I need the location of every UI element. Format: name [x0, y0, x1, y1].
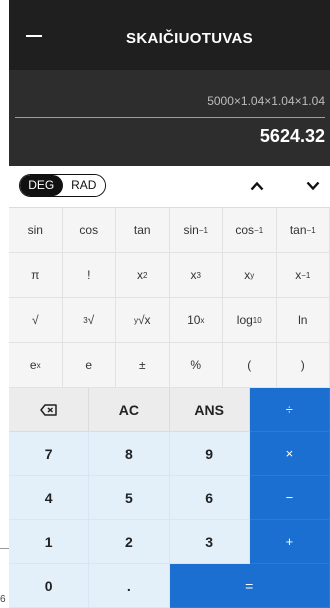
expression-readout: 5000×1.04×1.04×1.04	[207, 94, 325, 108]
background-text-fragment: 6	[0, 594, 6, 605]
calculator-header: SKAIČIUOTUVAS	[9, 0, 330, 70]
minus-icon	[26, 35, 42, 37]
scientific-key[interactable]: ln	[276, 298, 330, 343]
scientific-key[interactable]: ex	[9, 343, 63, 388]
digit-3-button[interactable]: 3	[169, 520, 250, 564]
scientific-key[interactable]: %	[169, 343, 223, 388]
digit-8-button[interactable]: 8	[89, 432, 170, 476]
key-label: cos	[79, 223, 99, 237]
scientific-key[interactable]: cos	[62, 208, 116, 253]
deg-option[interactable]: DEG	[20, 175, 63, 196]
scientific-key[interactable]: 10 x	[169, 298, 223, 343]
key-label: %	[190, 358, 202, 372]
decimal-point-button[interactable]: .	[89, 564, 170, 608]
key-label: ±	[138, 358, 146, 372]
mode-row: DEG RAD	[9, 166, 330, 208]
scientific-key[interactable]: xy	[223, 253, 277, 298]
key-label: (	[247, 358, 252, 372]
scientific-key[interactable]: π	[9, 253, 63, 298]
key-superscript: x	[36, 360, 41, 370]
key-label: √x	[137, 313, 151, 327]
key-superscript: −1	[306, 225, 316, 235]
key-superscript: 2	[143, 270, 148, 280]
display-divider	[15, 117, 325, 118]
digit-4-button[interactable]: 4	[9, 476, 90, 520]
key-label: e	[85, 358, 93, 372]
digit-1-button[interactable]: 1	[9, 520, 90, 564]
scientific-key[interactable]: y √x	[116, 298, 170, 343]
scientific-key[interactable]: !	[62, 253, 116, 298]
chevron-up-icon	[250, 181, 264, 191]
scientific-key[interactable]: sin	[9, 208, 63, 253]
scientific-key[interactable]: tan	[116, 208, 170, 253]
scientific-key[interactable]: )	[276, 343, 330, 388]
key-label: sin	[27, 223, 43, 237]
backspace-icon	[39, 403, 57, 416]
scientific-key[interactable]: log 10	[223, 298, 277, 343]
key-superscript: −1	[198, 225, 208, 235]
key-label: π	[31, 268, 40, 282]
background-divider	[0, 548, 9, 549]
collapse-button[interactable]	[19, 22, 49, 48]
key-label: sin	[183, 223, 199, 237]
main-keypad: AC ANS ÷ 7 8 9 × 4 5 6 − 1 2 3 + 0 . =	[9, 388, 330, 608]
calculator-panel: SKAIČIUOTUVAS 5000×1.04×1.04×1.04 5624.3…	[9, 0, 330, 608]
scientific-key[interactable]: cos −1	[223, 208, 277, 253]
scientific-keypad: sin cos tan sin −1 cos −1 tan −1 π! x 2 x 3 x y x −1 √ 3 √ y √…	[9, 208, 330, 388]
scroll-down-button[interactable]	[294, 167, 330, 205]
scientific-key[interactable]: x2	[116, 253, 170, 298]
scientific-key[interactable]: x3	[169, 253, 223, 298]
digit-7-button[interactable]: 7	[9, 432, 90, 476]
digit-6-button[interactable]: 6	[169, 476, 250, 520]
angle-mode-toggle[interactable]: DEG RAD	[19, 174, 106, 197]
backspace-button[interactable]	[9, 388, 90, 432]
multiply-button[interactable]: ×	[249, 432, 330, 476]
key-label: !	[87, 268, 91, 282]
chevron-down-icon	[306, 181, 320, 191]
scientific-key[interactable]: tan −1	[276, 208, 330, 253]
scientific-key[interactable]: √	[9, 298, 63, 343]
key-label: cos	[235, 223, 255, 237]
key-subscript: 10	[252, 315, 262, 325]
key-superscript: 3	[196, 270, 201, 280]
scientific-key[interactable]: (	[223, 343, 277, 388]
key-label: log	[236, 313, 253, 327]
key-label: √	[31, 313, 39, 327]
page: 6 SKAIČIUOTUVAS 5000×1.04×1.04×1.04 5624…	[0, 0, 330, 608]
key-label: e	[29, 358, 37, 372]
key-label: ln	[298, 313, 308, 327]
digit-0-button[interactable]: 0	[9, 564, 90, 608]
scientific-key[interactable]: sin −1	[169, 208, 223, 253]
add-button[interactable]: +	[249, 520, 330, 564]
key-label: )	[300, 358, 305, 372]
divide-button[interactable]: ÷	[249, 388, 330, 432]
key-superscript: −1	[301, 270, 311, 280]
result-readout: 5624.32	[259, 126, 325, 146]
key-label: √	[87, 313, 95, 327]
key-superscript: y	[250, 270, 255, 280]
key-superscript: x	[200, 315, 205, 325]
scroll-up-button[interactable]	[238, 167, 276, 205]
subtract-button[interactable]: −	[249, 476, 330, 520]
digit-9-button[interactable]: 9	[169, 432, 250, 476]
clear-button[interactable]: AC	[89, 388, 170, 432]
calculator-title: SKAIČIUOTUVAS	[126, 30, 253, 47]
key-superscript: −1	[254, 225, 264, 235]
key-label: tan	[133, 223, 151, 237]
equals-button[interactable]: =	[169, 564, 330, 608]
answer-button[interactable]: ANS	[169, 388, 250, 432]
scientific-key[interactable]: 3 √	[62, 298, 116, 343]
rad-option[interactable]: RAD	[62, 175, 105, 196]
calculator-display: 5000×1.04×1.04×1.04 5624.32	[9, 70, 330, 166]
digit-5-button[interactable]: 5	[89, 476, 170, 520]
scientific-key[interactable]: ±	[116, 343, 170, 388]
digit-2-button[interactable]: 2	[89, 520, 170, 564]
key-label: 10	[187, 313, 201, 327]
key-label: tan	[289, 223, 307, 237]
scientific-key[interactable]: x −1	[276, 253, 330, 298]
scientific-key[interactable]: e	[62, 343, 116, 388]
